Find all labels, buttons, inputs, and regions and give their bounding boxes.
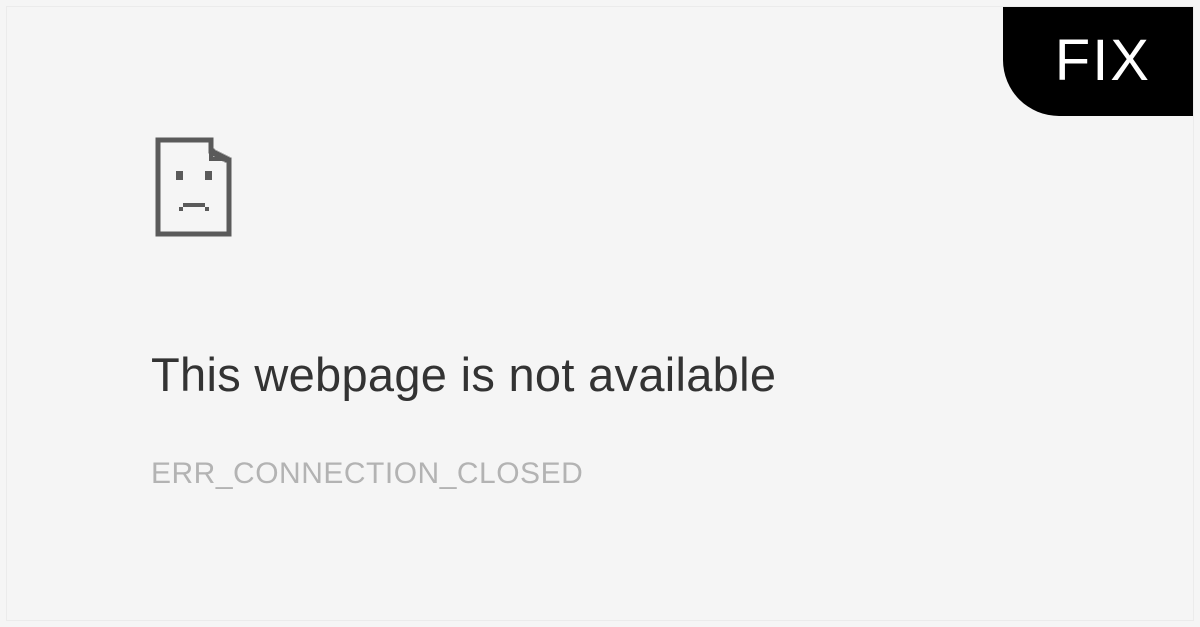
error-content: This webpage is not available ERR_CONNEC… [151,137,776,491]
fix-badge-label: FIX [1055,28,1151,93]
fix-badge: FIX [1003,7,1193,116]
error-heading: This webpage is not available [151,347,776,402]
sad-page-icon [155,137,233,237]
error-code: ERR_CONNECTION_CLOSED [151,457,776,491]
error-page: FIX This webpage is not available ERR_CO… [6,6,1194,621]
